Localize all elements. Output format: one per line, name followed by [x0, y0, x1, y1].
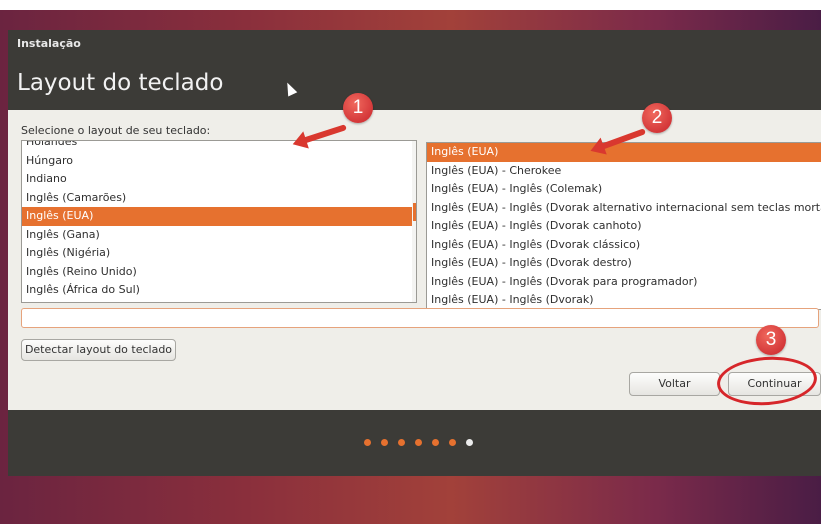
layout-list-item[interactable]: Húngaro: [22, 152, 416, 171]
progress-dot: [432, 439, 439, 446]
progress-dot: [381, 439, 388, 446]
annotation-badge-2: 2: [642, 103, 672, 133]
top-white-strip: [0, 0, 821, 10]
annotation-badge-3: 3: [756, 325, 786, 355]
installer-window: Instalação Layout do teclado Selecione o…: [8, 30, 821, 476]
window-title: Instalação: [17, 37, 81, 50]
keyboard-layout-list[interactable]: Holandês Húngaro Indiano Inglês (Camarões) I…: [21, 140, 417, 303]
progress-dot: [449, 439, 456, 446]
progress-dots: [364, 439, 473, 446]
layout-list-scrollbar[interactable]: [412, 141, 416, 302]
variant-list-item[interactable]: Inglês (EUA) - Inglês (Dvorak para progr…: [427, 273, 821, 292]
variant-list-item[interactable]: Inglês (EUA) - Cherokee: [427, 162, 821, 181]
progress-dot-current: [466, 439, 473, 446]
detect-layout-button[interactable]: Detectar layout do teclado: [21, 339, 176, 361]
title-bar: Instalação Layout do teclado: [8, 30, 821, 110]
mouse-pointer-icon: [282, 80, 298, 97]
layout-list-item[interactable]: Inglês (EUA): [22, 207, 416, 226]
layout-list-item[interactable]: Holandês: [22, 141, 416, 152]
progress-dot: [398, 439, 405, 446]
layout-list-item[interactable]: Indiano: [22, 170, 416, 189]
back-button[interactable]: Voltar: [629, 372, 720, 396]
layout-list-item[interactable]: Inglês (Gana): [22, 226, 416, 245]
layout-prompt-label: Selecione o layout de seu teclado:: [21, 124, 211, 137]
layout-list-scroll-thumb[interactable]: [413, 203, 416, 221]
progress-footer: [8, 410, 821, 476]
annotation-badge-1: 1: [343, 93, 373, 123]
variant-list-item[interactable]: Inglês (EUA) - Inglês (Dvorak destro): [427, 254, 821, 273]
variant-list-item[interactable]: Inglês (EUA) - Inglês (Dvorak): [427, 291, 821, 309]
variant-list-item[interactable]: Inglês (EUA) - Inglês (Dvorak clássico): [427, 236, 821, 255]
keyboard-test-input[interactable]: [21, 308, 819, 328]
variant-list-item[interactable]: Inglês (EUA): [427, 143, 821, 162]
layout-list-item[interactable]: Inglês (Reino Unido): [22, 263, 416, 282]
layout-list-item[interactable]: Inglês (África do Sul): [22, 281, 416, 300]
variant-list-item[interactable]: Inglês (EUA) - Inglês (Dvorak canhoto): [427, 217, 821, 236]
variant-list-item[interactable]: Inglês (EUA) - Inglês (Colemak): [427, 180, 821, 199]
progress-dot: [364, 439, 371, 446]
variant-list-item[interactable]: Inglês (EUA) - Inglês (Dvorak alternativ…: [427, 199, 821, 218]
keyboard-variant-list[interactable]: Inglês (EUA) Inglês (EUA) - Cherokee Inglê…: [426, 142, 821, 310]
layout-list-item[interactable]: Inglês (Camarões): [22, 189, 416, 208]
layout-list-item[interactable]: Inglês (Nigéria): [22, 244, 416, 263]
progress-dot: [415, 439, 422, 446]
page-title: Layout do teclado: [17, 70, 224, 96]
